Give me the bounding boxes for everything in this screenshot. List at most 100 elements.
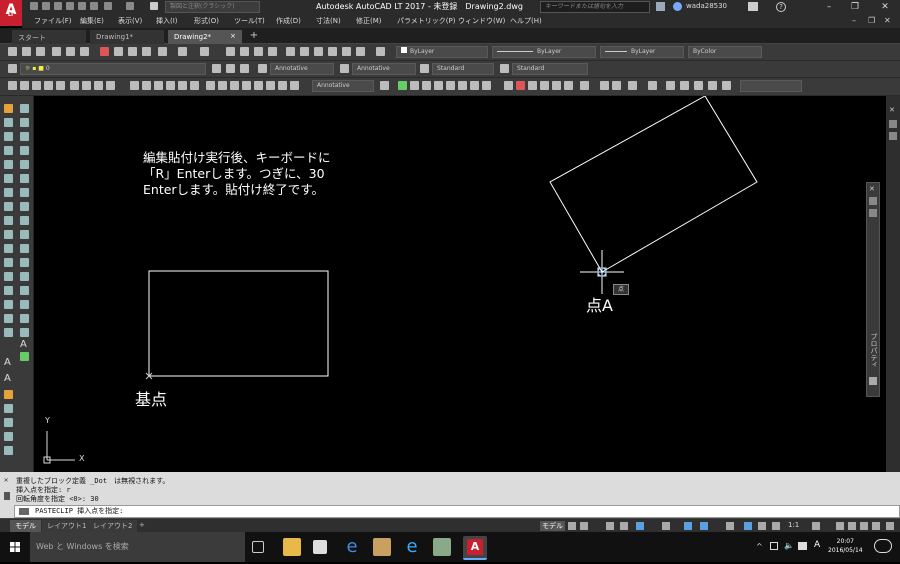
internet-explorer-icon[interactable]: e (403, 538, 421, 556)
text-style-icon[interactable] (258, 64, 267, 73)
stretch-tool-icon[interactable] (4, 216, 13, 225)
arc-icon[interactable] (32, 81, 41, 90)
wipeout-icon[interactable] (680, 81, 689, 90)
group-icon[interactable] (628, 81, 637, 90)
text-justify-tool-icon[interactable] (4, 446, 13, 455)
otrack-icon[interactable] (684, 522, 692, 530)
model-space-button[interactable]: モデル (540, 521, 565, 531)
mtext-tool-icon[interactable]: A (20, 340, 29, 350)
table-tool-icon[interactable] (20, 328, 29, 337)
doc-restore-icon[interactable]: ❐ (868, 16, 875, 25)
dim-ordinate-icon[interactable] (166, 81, 175, 90)
osnap-icon[interactable] (504, 81, 513, 90)
tab-drawing2[interactable]: Drawing2* × (168, 30, 242, 44)
notification-icon[interactable] (874, 539, 892, 553)
explode-tool-icon[interactable] (4, 314, 13, 323)
stretch-icon[interactable] (422, 81, 431, 90)
ellipse-tool-icon[interactable] (20, 230, 29, 239)
new-icon[interactable] (8, 47, 17, 56)
scale-icon[interactable] (458, 81, 467, 90)
workspace-select[interactable]: 製図と注釈(クラシック) (165, 1, 260, 13)
fillet-tool-icon[interactable] (4, 300, 13, 309)
close-button[interactable]: ✕ (876, 1, 894, 13)
circle-icon[interactable] (70, 81, 79, 90)
make-current-icon[interactable] (212, 64, 221, 73)
block-editor-icon[interactable] (158, 47, 167, 56)
file-explorer-icon[interactable] (283, 538, 301, 556)
dim-diameter-icon[interactable] (190, 81, 199, 90)
ellipse-arc-tool-icon[interactable] (20, 244, 29, 253)
network-icon[interactable] (770, 542, 778, 550)
text-align-tool-icon[interactable] (4, 418, 13, 427)
tab-layout2[interactable]: レイアウト2 (88, 520, 138, 532)
spell-tool-icon[interactable] (4, 404, 13, 413)
base-rectangle[interactable] (148, 270, 329, 377)
rotate-icon[interactable] (434, 81, 443, 90)
quickcalc-icon[interactable] (356, 47, 365, 56)
user-icon[interactable] (673, 2, 682, 11)
paste-icon[interactable] (128, 47, 137, 56)
dim-continue-icon[interactable] (230, 81, 239, 90)
mirror-tool-icon[interactable] (4, 146, 13, 155)
cmd-close-icon[interactable]: ✕ (4, 476, 8, 484)
autoscale-icon[interactable] (758, 522, 766, 530)
publish-icon[interactable] (80, 47, 89, 56)
rotated-rectangle[interactable] (549, 96, 758, 273)
properties-autohide-icon[interactable] (869, 197, 877, 205)
scale-tool-icon[interactable] (4, 202, 13, 211)
layer-previous-icon[interactable] (226, 64, 235, 73)
zoom-previous-icon[interactable] (268, 47, 277, 56)
annotation-visibility-icon[interactable] (744, 522, 752, 530)
text-scale-tool-icon[interactable] (4, 432, 13, 441)
help-icon[interactable] (376, 47, 385, 56)
cmd-wrench-icon[interactable] (4, 492, 10, 500)
save-icon[interactable] (54, 2, 62, 10)
command-input[interactable]: PASTECLIP 挿入点を指定: (14, 505, 900, 518)
menu-tools[interactable]: ツール(T) (234, 16, 265, 26)
linetype-control[interactable]: ByLayer (492, 46, 596, 58)
minimize-button[interactable]: – (820, 1, 838, 13)
print-icon[interactable] (52, 47, 61, 56)
volume-icon[interactable]: 🔈 (784, 541, 794, 550)
tab-model[interactable]: モデル (10, 520, 41, 532)
markup-icon[interactable] (342, 47, 351, 56)
properties-palette-collapsed[interactable]: ✕ プロパティ (866, 182, 880, 397)
properties-close-icon[interactable]: ✕ (869, 185, 875, 193)
redo-icon[interactable] (200, 47, 209, 56)
user-name[interactable]: wada28530 (686, 2, 727, 10)
zoom-realtime-icon[interactable] (240, 47, 249, 56)
explode-icon[interactable] (564, 81, 573, 90)
tab-close-icon[interactable]: × (230, 32, 236, 40)
erase-tool-icon[interactable] (4, 328, 13, 337)
mirror-icon[interactable] (446, 81, 455, 90)
task-view-icon[interactable] (252, 541, 264, 553)
system-clock[interactable]: 20:07 2016/05/14 (828, 537, 863, 555)
drawing-canvas[interactable]: 編集貼付け実行後、キーボードに 「R」Enterします。つぎに、30 Enter… (35, 96, 886, 472)
dim-aligned-icon[interactable] (142, 81, 151, 90)
array-tool-icon[interactable] (4, 174, 13, 183)
app-icon[interactable] (433, 538, 451, 556)
spline-tool-icon[interactable] (20, 216, 29, 225)
trim-tool-icon[interactable] (4, 230, 13, 239)
message-icon[interactable] (798, 542, 807, 550)
exchange-apps-icon[interactable] (748, 2, 758, 11)
make-block-tool-icon[interactable] (20, 272, 29, 281)
snap-icon[interactable] (580, 522, 588, 530)
mleader-style-icon[interactable] (500, 64, 509, 73)
dock-close-icon[interactable]: ✕ (889, 106, 895, 114)
grid-icon[interactable] (568, 522, 576, 530)
media-player-icon[interactable] (373, 538, 391, 556)
help-icon[interactable]: ? (776, 2, 786, 12)
extend-tool-icon[interactable] (4, 244, 13, 253)
copy-tool-icon[interactable] (4, 132, 13, 141)
polygon-tool-icon[interactable] (20, 146, 29, 155)
plot-preview-icon[interactable] (90, 2, 98, 10)
customize-icon[interactable] (886, 522, 894, 530)
instruction-note[interactable]: 編集貼付け実行後、キーボードに 「R」Enterします。つぎに、30 Enter… (143, 150, 331, 198)
tab-layout1[interactable]: レイアウト1 (42, 520, 92, 532)
undo-icon[interactable] (178, 47, 187, 56)
extend-icon[interactable] (482, 81, 491, 90)
menu-draw[interactable]: 作成(D) (276, 16, 301, 26)
copy-icon[interactable] (114, 47, 123, 56)
store-icon[interactable] (313, 540, 327, 554)
